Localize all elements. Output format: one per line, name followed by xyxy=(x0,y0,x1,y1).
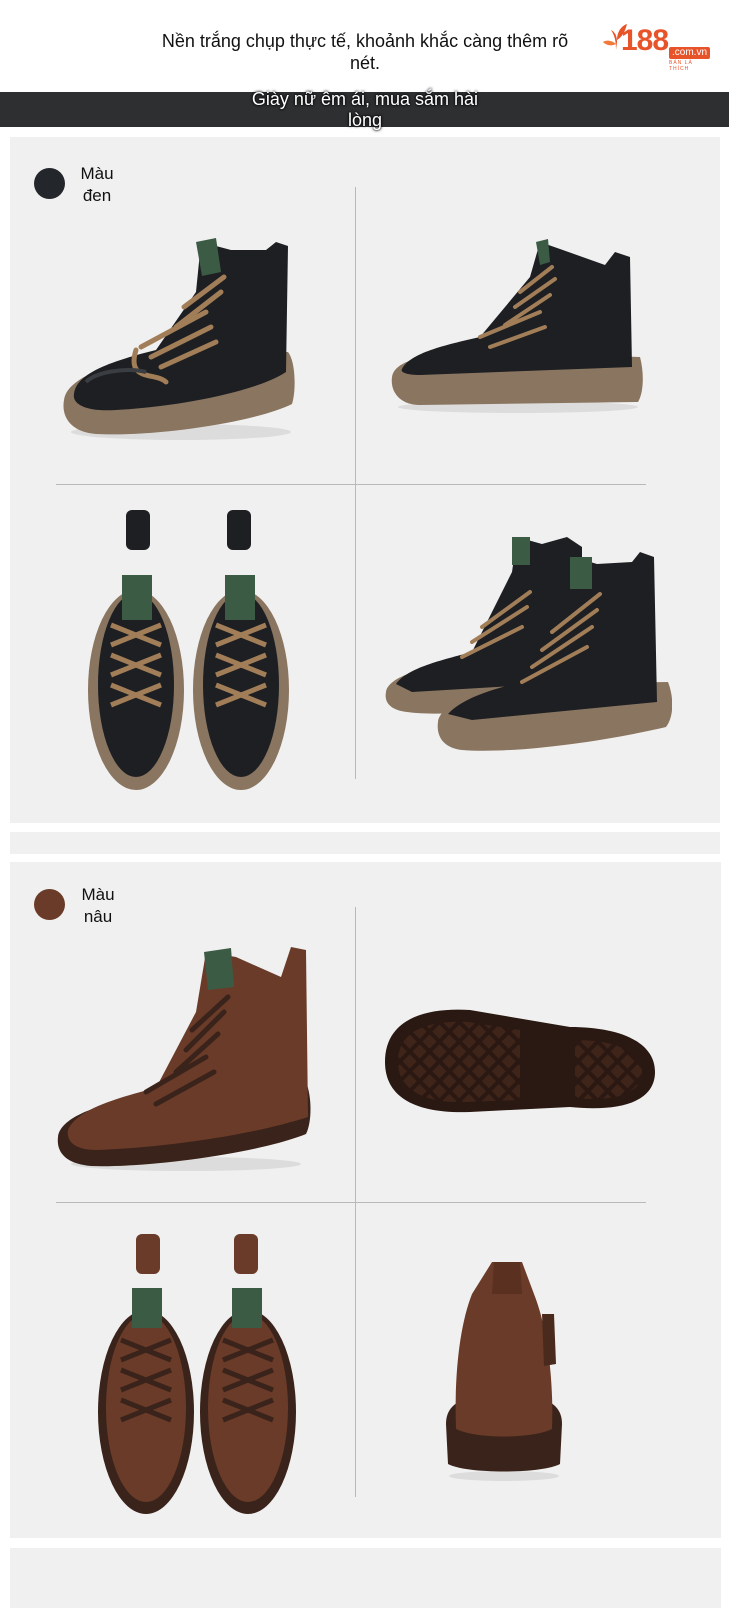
section-spacer xyxy=(10,1548,721,1608)
brown-boot-side-image[interactable] xyxy=(56,942,318,1174)
grid-divider-horizontal xyxy=(56,484,646,485)
brown-boot-sole-image[interactable] xyxy=(380,1002,660,1117)
grid-divider-horizontal xyxy=(56,1202,646,1203)
brown-boot-back-image[interactable] xyxy=(442,1254,568,1484)
header: Nền trắng chụp thực tế, khoảnh khắc càng… xyxy=(0,0,750,92)
variant-panel-black: Màu đen xyxy=(10,137,720,823)
brown-boots-top-view-image[interactable] xyxy=(96,1230,301,1520)
variant-panel-brown: Màu nâu xyxy=(10,862,721,1538)
logo-number: 188 xyxy=(621,24,669,57)
brand-logo[interactable]: 188 .com.vn BÁN LÀ THÍCH xyxy=(603,22,715,72)
section-spacer xyxy=(10,832,720,854)
color-label-brown: Màu nâu xyxy=(81,885,115,926)
promo-banner-text: Giày nữ êm ái, mua sắm hài lòng xyxy=(251,89,479,130)
color-label-black: Màu đen xyxy=(80,164,114,205)
logo-domain: .com.vn xyxy=(669,47,711,59)
logo-tagline: BÁN LÀ THÍCH xyxy=(669,60,693,72)
color-swatch-brown[interactable] xyxy=(34,889,65,920)
header-description: Nền trắng chụp thực tế, khoảnh khắc càng… xyxy=(161,31,569,73)
black-boot-side-right-image[interactable] xyxy=(390,237,650,417)
color-swatch-black[interactable] xyxy=(34,168,65,199)
black-boots-pair-angle-image[interactable] xyxy=(382,532,672,757)
grid-divider-vertical xyxy=(355,187,356,779)
black-boots-top-view-image[interactable] xyxy=(86,505,291,795)
black-boot-side-left-image[interactable] xyxy=(56,232,306,447)
